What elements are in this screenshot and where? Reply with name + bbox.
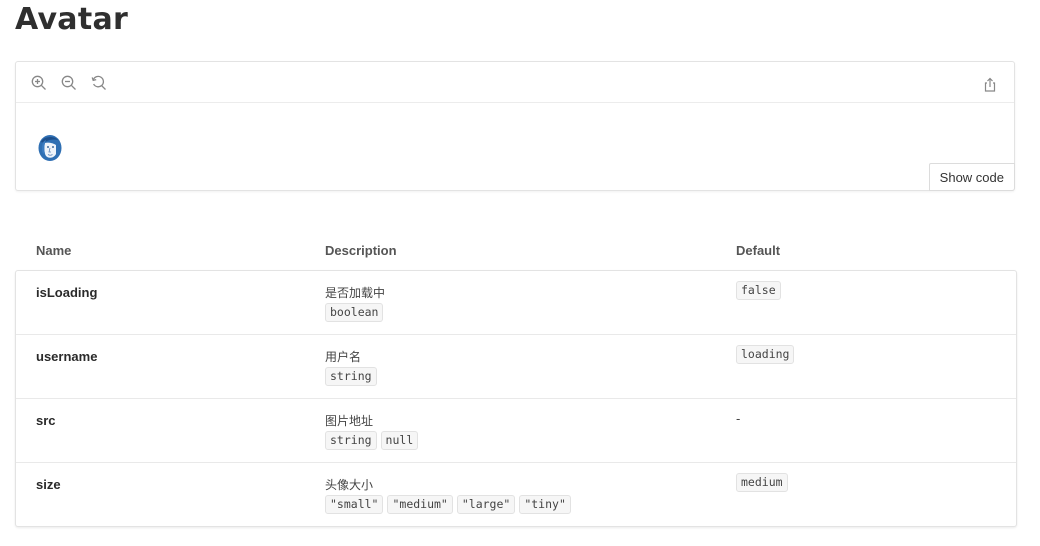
prop-name: size — [36, 477, 61, 492]
type-tag: "large" — [456, 495, 516, 514]
zoom-in-icon[interactable] — [30, 74, 48, 92]
zoom-out-icon[interactable] — [60, 74, 78, 92]
table-row: src 图片地址 string null - — [16, 399, 1016, 463]
type-tag: "tiny" — [519, 495, 571, 514]
header-description: Description — [325, 243, 397, 258]
avatar-image — [37, 134, 63, 162]
share-icon[interactable] — [982, 77, 1000, 95]
header-default: Default — [736, 243, 781, 258]
table-row: username 用户名 string loading — [16, 335, 1016, 399]
table-row: size 头像大小 "small" "medium" "large" "tiny… — [16, 463, 1016, 526]
prop-name: username — [36, 349, 98, 364]
default-value: medium — [736, 473, 788, 492]
show-code-button[interactable]: Show code — [928, 163, 1015, 191]
prop-description: 用户名 — [325, 350, 362, 364]
prop-types: boolean — [325, 303, 384, 322]
prop-types: string — [325, 367, 377, 386]
prop-name: isLoading — [36, 285, 98, 300]
prop-default: medium — [736, 473, 788, 492]
prop-default: false — [736, 281, 781, 300]
prop-types: "small" "medium" "large" "tiny" — [325, 495, 571, 514]
prop-description: 头像大小 — [325, 478, 374, 492]
demo-preview-panel: Show code — [15, 61, 1015, 191]
default-value: - — [736, 411, 741, 426]
type-tag: "small" — [325, 495, 384, 514]
default-value: loading — [736, 345, 795, 364]
page-title: Avatar — [15, 2, 129, 37]
type-tag: string — [325, 367, 377, 386]
prop-name: src — [36, 413, 56, 428]
prop-description: 图片地址 — [325, 414, 374, 428]
type-tag: string — [325, 431, 377, 450]
type-tag: boolean — [325, 303, 384, 322]
default-value: false — [736, 281, 781, 300]
reset-zoom-icon[interactable] — [90, 74, 108, 92]
header-name: Name — [36, 243, 72, 258]
prop-types: string null — [325, 431, 419, 450]
type-tag: null — [380, 431, 419, 450]
prop-default: loading — [736, 345, 795, 364]
props-table: isLoading 是否加载中 boolean false username 用… — [15, 270, 1017, 527]
type-tag: "medium" — [387, 495, 453, 514]
table-row: isLoading 是否加载中 boolean false — [16, 271, 1016, 335]
prop-description: 是否加载中 — [325, 286, 386, 300]
preview-toolbar — [16, 62, 1014, 103]
